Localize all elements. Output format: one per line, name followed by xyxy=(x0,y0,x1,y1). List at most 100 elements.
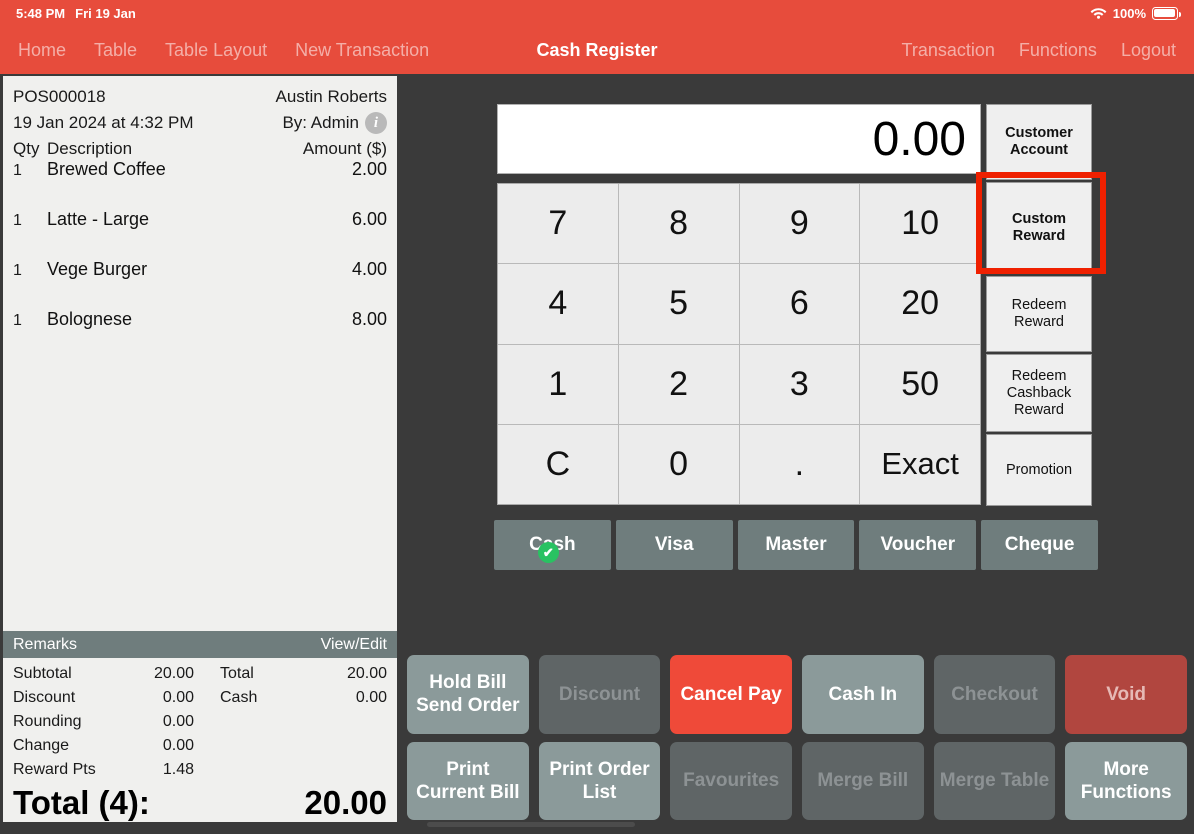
key-decimal[interactable]: . xyxy=(739,424,860,504)
list-item[interactable]: 1 Bolognese 8.00 xyxy=(13,309,387,359)
battery-icon xyxy=(1152,6,1181,20)
receipt-header: POS000018 Austin Roberts 19 Jan 2024 at … xyxy=(3,76,397,136)
order-datetime: 19 Jan 2024 at 4:32 PM xyxy=(13,113,194,132)
key-0[interactable]: 0 xyxy=(618,424,739,504)
item-description: Brewed Coffee xyxy=(47,159,166,179)
cash-in-button[interactable]: Cash In xyxy=(801,655,924,734)
receipt-inner: POS000018 Austin Roberts 19 Jan 2024 at … xyxy=(3,76,397,822)
reward-button-column: Customer Account Custom Reward Redeem Re… xyxy=(986,104,1092,506)
info-icon[interactable]: i xyxy=(365,112,387,134)
key-6[interactable]: 6 xyxy=(739,264,860,344)
column-header-qty: Qty xyxy=(13,139,40,158)
promotion-button[interactable]: Promotion xyxy=(986,434,1092,506)
item-qty: 1 xyxy=(13,312,22,329)
nav-item-transaction[interactable]: Transaction xyxy=(902,40,995,61)
nav-item-table[interactable]: Table xyxy=(94,40,137,61)
remarks-label: Remarks xyxy=(13,635,78,653)
subtotal-value: 20.00 xyxy=(153,665,194,682)
action-button-grid: Hold Bill Send Order Discount Cancel Pay… xyxy=(407,655,1187,820)
change-label: Change xyxy=(13,737,70,754)
total-row-cash: Cash 0.00 xyxy=(200,686,387,710)
nav-left-group: Home Table Table Layout New Transaction xyxy=(0,40,429,61)
grand-total-label: Total (4): xyxy=(13,784,150,821)
status-bar: 5:48 PM Fri 19 Jan 100% xyxy=(0,0,1194,26)
remarks-view-edit-link[interactable]: View/Edit xyxy=(321,636,387,654)
key-10[interactable]: 10 xyxy=(860,184,980,264)
item-description: Latte - Large xyxy=(47,209,150,229)
total-label: Total xyxy=(220,665,254,682)
total-row-rounding: Rounding 0.00 xyxy=(13,710,200,734)
receipt-column-headers: Qty Description Amount ($) xyxy=(3,136,397,159)
remarks-bar: Remarks View/Edit xyxy=(3,631,397,658)
list-item[interactable]: 1 Vege Burger 4.00 xyxy=(13,259,387,309)
nav-item-home[interactable]: Home xyxy=(18,40,66,61)
payment-method-master[interactable]: Master xyxy=(737,520,855,570)
amount-display-value: 0.00 xyxy=(872,112,966,166)
print-current-bill-button[interactable]: Print Current Bill xyxy=(407,741,529,820)
merge-bill-button[interactable]: Merge Bill xyxy=(801,741,924,820)
payment-method-cash[interactable]: Cash ✔ xyxy=(494,520,611,570)
customer-account-button[interactable]: Customer Account xyxy=(986,104,1092,180)
void-button[interactable]: Void xyxy=(1065,655,1187,734)
key-clear[interactable]: C xyxy=(498,424,618,504)
nav-right-group: Transaction Functions Logout xyxy=(902,40,1194,61)
nav-bar: Home Table Table Layout New Transaction … xyxy=(0,26,1194,74)
total-row-subtotal: Subtotal 20.00 xyxy=(13,662,200,686)
favourites-button[interactable]: Favourites xyxy=(670,741,792,820)
grand-total-row: Total (4): 20.00 xyxy=(13,784,387,822)
item-amount: 4.00 xyxy=(351,259,387,279)
amount-display[interactable]: 0.00 xyxy=(497,104,981,174)
cancel-pay-button[interactable]: Cancel Pay xyxy=(670,655,792,734)
totals-section: Subtotal 20.00 Discount 0.00 Rounding 0.… xyxy=(3,658,397,822)
checkout-button[interactable]: Checkout xyxy=(933,655,1056,734)
key-2[interactable]: 2 xyxy=(618,344,739,424)
discount-label: Discount xyxy=(13,689,76,706)
print-order-list-button[interactable]: Print Order List xyxy=(538,741,661,820)
reward-pts-value: 1.48 xyxy=(162,761,194,778)
redeem-reward-button[interactable]: Redeem Reward xyxy=(986,276,1092,352)
list-item[interactable]: 1 Brewed Coffee 2.00 xyxy=(13,159,387,209)
key-5[interactable]: 5 xyxy=(618,264,739,344)
custom-reward-button[interactable]: Custom Reward xyxy=(986,182,1092,274)
key-1[interactable]: 1 xyxy=(498,344,618,424)
status-date: Fri 19 Jan xyxy=(75,5,136,21)
payment-method-voucher[interactable]: Voucher xyxy=(859,520,977,570)
list-item[interactable]: 1 Latte - Large 6.00 xyxy=(13,209,387,259)
total-row-total: Total 20.00 xyxy=(200,662,387,686)
payment-method-visa[interactable]: Visa xyxy=(615,520,733,570)
receipt-header-row-2: 19 Jan 2024 at 4:32 PM By: Admin i xyxy=(13,110,387,136)
payment-method-cheque[interactable]: Cheque xyxy=(981,520,1098,570)
totals-right-column: Total 20.00 Cash 0.00 xyxy=(200,662,387,782)
nav-item-logout[interactable]: Logout xyxy=(1121,40,1176,61)
merge-table-button[interactable]: Merge Table xyxy=(933,741,1056,820)
rounding-value: 0.00 xyxy=(162,713,194,730)
receipt-panel: POS000018 Austin Roberts 19 Jan 2024 at … xyxy=(0,74,400,826)
total-row-change: Change 0.00 xyxy=(13,734,200,758)
item-amount: 2.00 xyxy=(351,159,387,179)
total-value: 20.00 xyxy=(346,665,387,682)
hold-bill-send-order-button[interactable]: Hold Bill Send Order xyxy=(407,655,529,734)
reward-pts-label: Reward Pts xyxy=(13,761,96,778)
key-exact[interactable]: Exact xyxy=(860,424,980,504)
status-bar-left: 5:48 PM Fri 19 Jan xyxy=(16,6,136,21)
status-bar-right: 100% xyxy=(1090,6,1181,21)
key-8[interactable]: 8 xyxy=(618,184,739,264)
key-4[interactable]: 4 xyxy=(498,264,618,344)
change-value: 0.00 xyxy=(162,737,194,754)
key-9[interactable]: 9 xyxy=(739,184,860,264)
key-3[interactable]: 3 xyxy=(739,344,860,424)
totals-left-column: Subtotal 20.00 Discount 0.00 Rounding 0.… xyxy=(13,662,200,782)
key-50[interactable]: 50 xyxy=(860,344,980,424)
key-7[interactable]: 7 xyxy=(498,184,618,264)
more-functions-button[interactable]: More Functions xyxy=(1065,741,1187,820)
nav-item-functions[interactable]: Functions xyxy=(1019,40,1097,61)
subtotal-label: Subtotal xyxy=(13,665,72,682)
cash-value: 0.00 xyxy=(355,689,387,706)
wifi-icon xyxy=(1090,7,1107,19)
key-20[interactable]: 20 xyxy=(860,264,980,344)
nav-item-table-layout[interactable]: Table Layout xyxy=(165,40,267,61)
nav-item-new-transaction[interactable]: New Transaction xyxy=(295,40,429,61)
redeem-cashback-reward-button[interactable]: Redeem Cashback Reward xyxy=(986,354,1092,432)
discount-button[interactable]: Discount xyxy=(538,655,661,734)
column-header-description: Description xyxy=(47,139,133,158)
